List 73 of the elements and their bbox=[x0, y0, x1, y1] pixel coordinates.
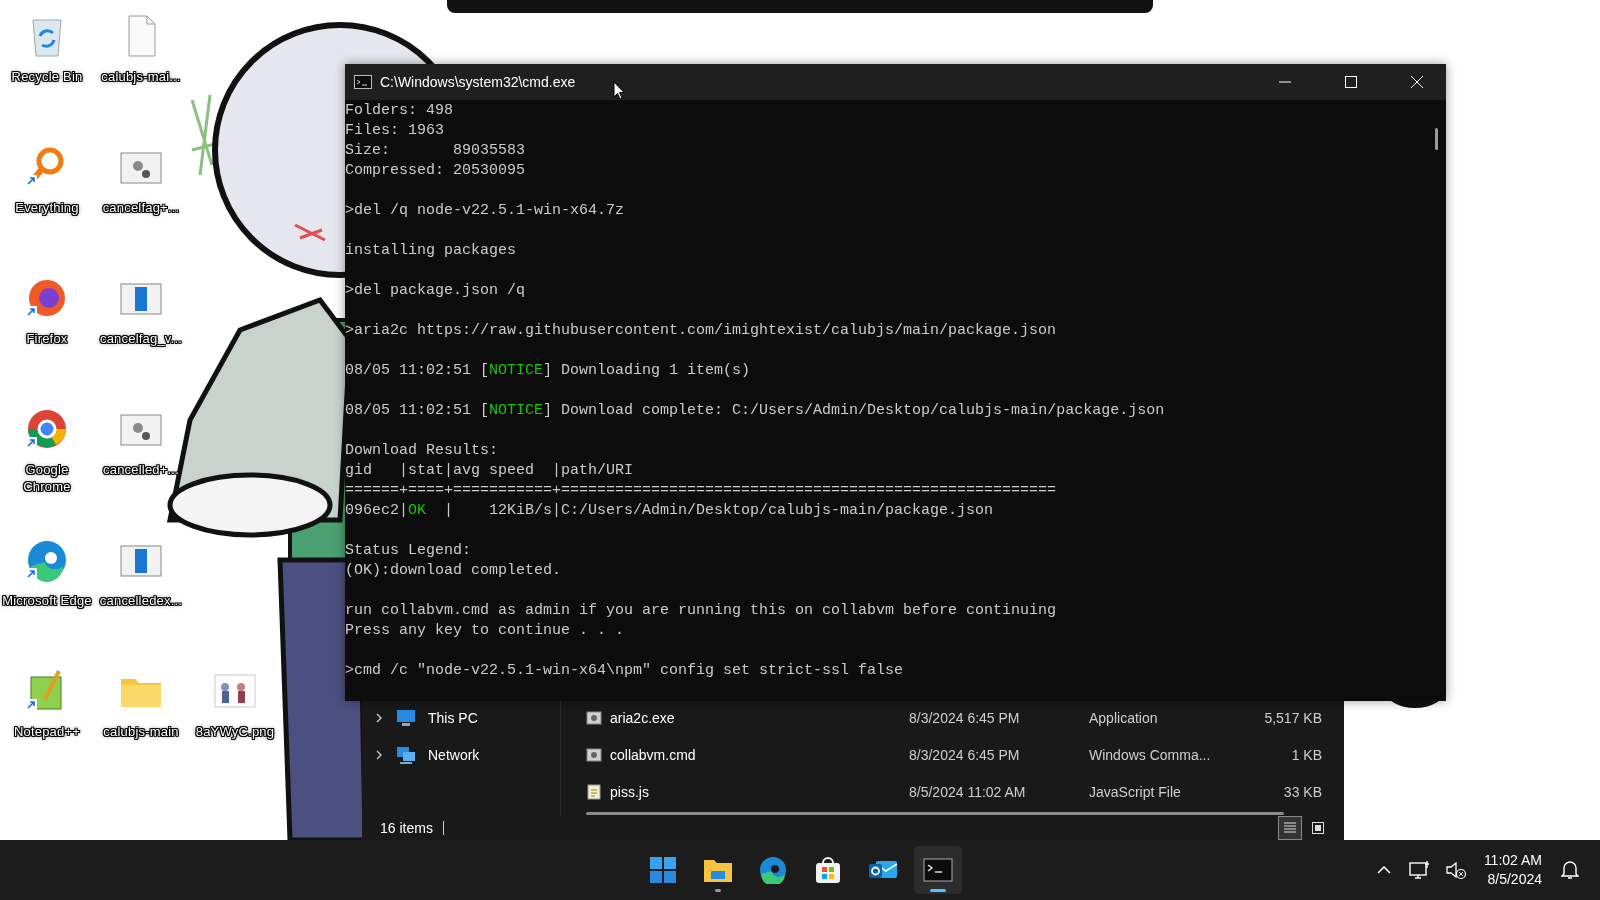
desktop-shortcut[interactable]: calubjs-mai... bbox=[94, 2, 188, 133]
file-date: 8/5/2024 11:02 AM bbox=[909, 783, 1027, 800]
details-view-button[interactable] bbox=[1278, 815, 1302, 840]
terminal-line: 08/05 11:02:51 [NOTICE] Downloading 1 item(s) bbox=[345, 361, 752, 381]
network-status-icon bbox=[1408, 860, 1431, 880]
terminal-line: gid |stat|avg speed |path/URI bbox=[345, 461, 635, 481]
item-count: 16 items bbox=[380, 820, 444, 835]
maximize-icon bbox=[1345, 76, 1357, 88]
desktop-shortcut[interactable]: Recycle Bin bbox=[0, 2, 94, 133]
desktop-shortcut[interactable]: Google Chrome bbox=[0, 395, 94, 526]
file-date: 8/3/2024 6:45 PM bbox=[909, 746, 1021, 763]
file-name[interactable]: piss.js bbox=[610, 783, 909, 800]
terminal-line: Size: 89035583 bbox=[345, 141, 527, 161]
list-icon bbox=[1283, 820, 1297, 835]
desktop-shortcut[interactable]: Microsoft Edge bbox=[0, 526, 94, 657]
gear-file-icon bbox=[586, 746, 602, 763]
terminal-line: >del package.json /q bbox=[345, 281, 527, 301]
chevron-up-icon bbox=[1376, 866, 1391, 874]
file-size: 5,517 KB bbox=[1263, 709, 1322, 726]
terminal-line: Files: 1963 bbox=[345, 121, 446, 141]
scrollbar-thumb[interactable] bbox=[1435, 128, 1438, 150]
terminal-line: >cmd /c "node-v22.5.1-win-x64\npm" config set strict-ssl false bbox=[345, 661, 905, 681]
terminal-line: Press any key to continue . . . bbox=[345, 621, 626, 641]
file-date: 8/3/2024 6:45 PM bbox=[909, 709, 1021, 726]
taskbar-button[interactable] bbox=[913, 846, 962, 894]
terminal-line: Folders: 498 bbox=[345, 101, 455, 121]
desktop-shortcut[interactable]: Everything bbox=[0, 133, 94, 264]
terminal-icon bbox=[354, 75, 372, 89]
desktop-shortcut[interactable]: Notepad++ bbox=[0, 657, 94, 788]
windows-logo-icon bbox=[648, 856, 677, 884]
file-type: JavaScript File bbox=[1089, 783, 1182, 800]
file-type: Windows Comma... bbox=[1089, 746, 1212, 763]
nav-item[interactable]: Network bbox=[362, 736, 560, 773]
desktop-shortcut[interactable]: cancelledex... bbox=[94, 526, 188, 657]
muted-speaker-icon bbox=[1444, 860, 1467, 880]
program-file-icon bbox=[586, 709, 602, 726]
terminal-line: ======+====+===========+======================================================= bbox=[345, 481, 1058, 501]
terminal-line: >aria2c https://raw.githubusercontent.com/imightexist/calubjs/main/package.json bbox=[345, 321, 1058, 341]
mouse-pointer-icon bbox=[613, 81, 625, 100]
desktop-shortcut[interactable]: cancelfag+... bbox=[94, 133, 188, 264]
desktop-shortcut[interactable]: cancelfag_v... bbox=[94, 264, 188, 395]
desktop-shortcut[interactable]: Firefox bbox=[0, 264, 94, 395]
script-file-icon bbox=[586, 783, 602, 800]
terminal-line: >del /q node-v22.5.1-win-x64.7z bbox=[345, 201, 626, 221]
computer-icon bbox=[396, 708, 416, 727]
terminal-line: 096ec2|OK | 12KiB/s|C:/Users/Admin/Desktop/calubjs-main/package.json bbox=[345, 501, 995, 521]
scrollbar[interactable] bbox=[586, 812, 1284, 815]
terminal-line: Compressed: 20530095 bbox=[345, 161, 527, 181]
file-size: 1 KB bbox=[1290, 746, 1322, 763]
folder-icon bbox=[702, 857, 733, 883]
terminal-line: 08/05 11:02:51 [NOTICE] Download complete: C:/Users/Admin/Desktop/calubjs-main/package.json bbox=[345, 401, 1166, 421]
close-icon bbox=[1411, 76, 1423, 88]
bell-icon bbox=[1561, 860, 1579, 880]
terminal-line: Download Results: bbox=[345, 441, 500, 461]
clock-button[interactable]: 11:02 AM 8/5/2024 bbox=[1477, 851, 1548, 889]
browser-icon bbox=[758, 856, 787, 884]
terminal-line: Status Legend: bbox=[345, 541, 473, 561]
file-name[interactable]: aria2c.exe bbox=[610, 709, 909, 726]
file-type: Application bbox=[1089, 709, 1159, 726]
tile-icon bbox=[1311, 820, 1325, 835]
nav-item[interactable]: This PC bbox=[362, 699, 560, 736]
window-title: C:\Windows\system32\cmd.exe bbox=[380, 74, 576, 90]
terminal-line: installing packages bbox=[345, 241, 518, 261]
file-size: 33 KB bbox=[1282, 783, 1322, 800]
desktop-shortcut[interactable]: 8aYWyC.png bbox=[188, 657, 282, 788]
file-name[interactable]: collabvm.cmd bbox=[610, 746, 909, 763]
network-icon bbox=[396, 745, 416, 764]
terminal-line: run collabvm.cmd as admin if you are running this on collabvm before continuing bbox=[345, 601, 1058, 621]
terminal-line: (OK):download completed. bbox=[345, 561, 563, 581]
minimize-icon bbox=[1279, 81, 1291, 83]
terminal-icon bbox=[922, 858, 953, 882]
desktop-shortcut[interactable]: calubjs-main bbox=[94, 657, 188, 788]
store-bag-icon bbox=[813, 856, 842, 884]
